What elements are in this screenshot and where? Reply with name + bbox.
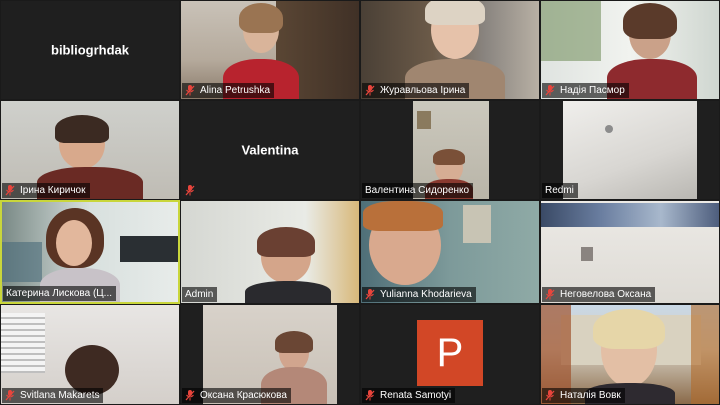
participant-label — [182, 183, 204, 198]
participant-tile-nataliia-vovk[interactable]: Наталія Вовк — [540, 304, 720, 405]
mic-muted-icon — [5, 185, 15, 196]
mic-muted-icon — [185, 390, 195, 401]
participant-label: Оксана Красюкова — [182, 388, 291, 403]
mic-muted-icon — [365, 289, 375, 300]
participant-tile-yulianna-khodarieva[interactable]: Yulianna Khodarieva — [360, 200, 540, 304]
participant-avatar: P — [417, 319, 483, 386]
participant-label: Ірина Киричок — [2, 183, 90, 198]
participant-tile-valentyna-sydorenko[interactable]: Валентина Сидоренко — [360, 100, 540, 200]
participant-tile-oksana-krasiukova[interactable]: Оксана Красюкова — [180, 304, 360, 405]
video-gallery: bibliogrhdak Alina Petrushka Журавльова … — [0, 0, 720, 405]
participant-tile-admin[interactable]: Admin — [180, 200, 360, 304]
participant-label: Alina Petrushka — [182, 83, 275, 98]
mic-muted-icon — [545, 85, 555, 96]
mic-muted-icon — [5, 390, 15, 401]
participant-label: Неговелова Оксана — [542, 287, 656, 302]
mic-muted-icon — [545, 289, 555, 300]
participant-label: Renata Samotyi — [362, 388, 456, 403]
participant-tile-iryna-kyrychok[interactable]: Ірина Киричок — [0, 100, 180, 200]
participant-label: Yulianna Khodarieva — [362, 287, 476, 302]
participant-tile-kateryna-lyskova[interactable]: Катерина Лискова (Ц... — [0, 200, 180, 304]
participant-label: Redmi — [542, 183, 578, 198]
participant-label: Катерина Лискова (Ц... — [3, 286, 117, 301]
participant-name: Valentina — [241, 142, 299, 158]
mic-muted-icon — [365, 85, 375, 96]
mic-muted-icon — [185, 85, 195, 96]
participant-label: Валентина Сидоренко — [362, 183, 474, 198]
participant-tile-nadiia-pasmor[interactable]: Надія Пасмор — [540, 0, 720, 100]
participant-tile-redmi[interactable]: Redmi — [540, 100, 720, 200]
participant-label: Admin — [182, 287, 218, 302]
participant-tile-renata-samotyi[interactable]: P Renata Samotyi — [360, 304, 540, 405]
participant-tile-valentina[interactable]: Valentina — [180, 100, 360, 200]
mic-muted-icon — [365, 390, 375, 401]
participant-tile-zhuravlova-iryna[interactable]: Журавльова Ірина — [360, 0, 540, 100]
participant-label: Надія Пасмор — [542, 83, 629, 98]
participant-tile-bibliogrhdak[interactable]: bibliogrhdak — [0, 0, 180, 100]
mic-muted-icon — [545, 390, 555, 401]
participant-name: bibliogrhdak — [51, 42, 129, 58]
participant-label: Наталія Вовк — [542, 388, 625, 403]
participant-label: Журавльова Ірина — [362, 83, 470, 98]
participant-tile-nehovelova-oksana[interactable]: Неговелова Оксана — [540, 200, 720, 304]
participant-tile-alina-petrushka[interactable]: Alina Petrushka — [180, 0, 360, 100]
participant-tile-svitlana-makarets[interactable]: Svitlana Makarets — [0, 304, 180, 405]
mic-muted-icon — [185, 185, 195, 196]
participant-label: Svitlana Makarets — [2, 388, 104, 403]
